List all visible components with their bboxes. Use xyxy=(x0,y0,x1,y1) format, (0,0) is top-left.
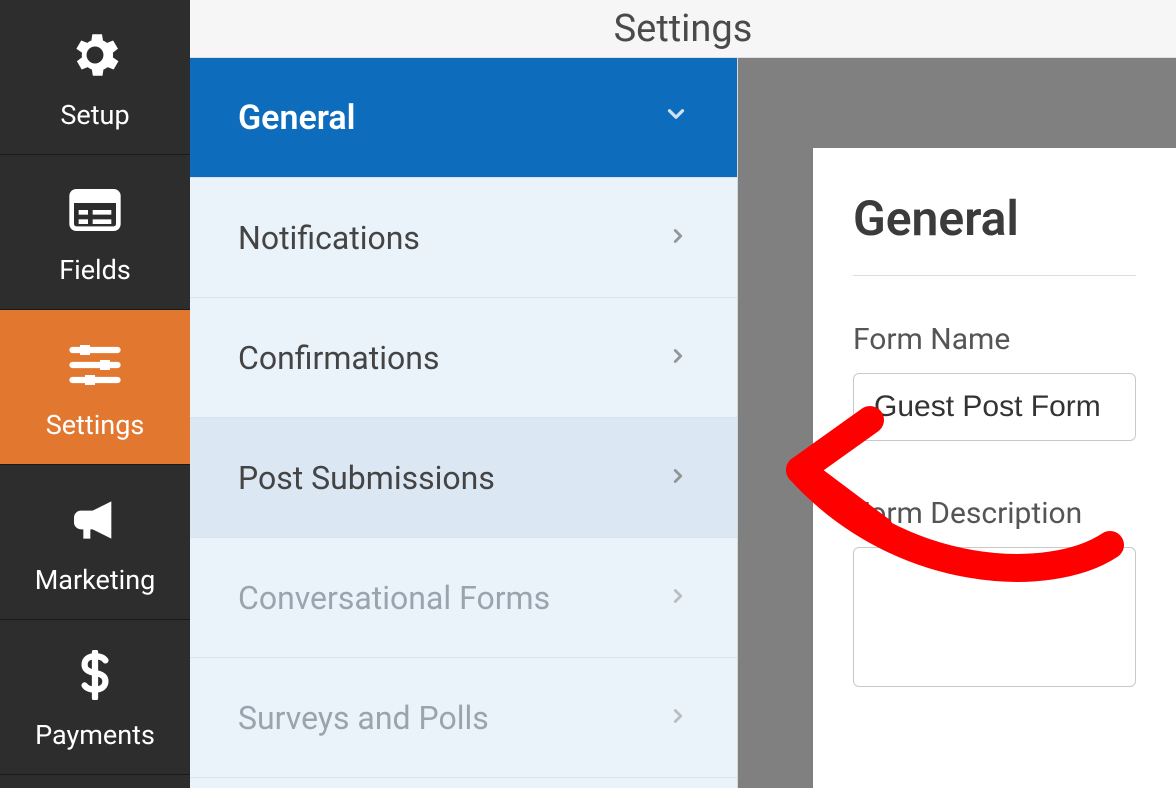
form-description-label: Form Description xyxy=(853,496,1136,531)
preview-card: General Form Name Form Description xyxy=(813,148,1176,788)
form-name-group: Form Name xyxy=(853,322,1136,441)
form-name-input[interactable] xyxy=(853,373,1136,441)
settings-list[interactable]: General Notifications Confirmations xyxy=(190,58,738,788)
settings-row-label: Conversational Forms xyxy=(238,579,550,617)
page-title-text: Settings xyxy=(614,7,753,51)
settings-row-surveys-and-polls[interactable]: Surveys and Polls xyxy=(190,658,737,778)
main-panel: Settings General Notifications Co xyxy=(190,0,1176,788)
sidebar-item-fields[interactable]: Fields xyxy=(0,155,190,310)
form-name-label: Form Name xyxy=(853,322,1136,357)
megaphone-icon xyxy=(63,488,127,552)
settings-row-notifications[interactable]: Notifications xyxy=(190,178,737,298)
sidebar-label: Settings xyxy=(46,409,145,441)
settings-row-confirmations[interactable]: Confirmations xyxy=(190,298,737,418)
settings-row-label: Post Submissions xyxy=(238,459,495,497)
chevron-right-icon xyxy=(667,580,689,615)
page-title: Settings xyxy=(190,0,1176,58)
body-row: General Notifications Confirmations xyxy=(190,58,1176,788)
preview-title: General xyxy=(853,190,1136,247)
sidebar-item-marketing[interactable]: Marketing xyxy=(0,465,190,620)
sidebar-item-setup[interactable]: Setup xyxy=(0,0,190,155)
settings-row-conversational-forms[interactable]: Conversational Forms xyxy=(190,538,737,658)
chevron-right-icon xyxy=(667,460,689,495)
settings-row-post-submissions[interactable]: Post Submissions xyxy=(190,418,737,538)
chevron-right-icon xyxy=(667,700,689,735)
sidebar-label: Payments xyxy=(35,719,155,751)
divider xyxy=(853,275,1136,276)
sidebar-label: Fields xyxy=(59,254,131,286)
sidebar-item-settings[interactable]: Settings xyxy=(0,310,190,465)
settings-row-label: Confirmations xyxy=(238,339,439,377)
settings-row-label: General xyxy=(238,98,356,138)
main-sidebar: Setup Fields Settings Marketing Payments xyxy=(0,0,190,788)
dollar-icon xyxy=(63,643,127,707)
chevron-down-icon xyxy=(663,100,689,135)
sliders-icon xyxy=(63,333,127,397)
form-description-group: Form Description xyxy=(853,496,1136,691)
settings-row-label: Surveys and Polls xyxy=(238,699,489,737)
preview-gutter: General Form Name Form Description xyxy=(738,58,1176,788)
chevron-right-icon xyxy=(667,220,689,255)
form-description-input[interactable] xyxy=(853,547,1136,687)
sidebar-label: Setup xyxy=(60,99,129,131)
chevron-right-icon xyxy=(667,340,689,375)
sidebar-label: Marketing xyxy=(35,564,156,596)
gear-icon xyxy=(63,23,127,87)
settings-row-general[interactable]: General xyxy=(190,58,737,178)
sidebar-item-payments[interactable]: Payments xyxy=(0,620,190,775)
settings-row-label: Notifications xyxy=(238,219,420,257)
list-icon xyxy=(63,178,127,242)
